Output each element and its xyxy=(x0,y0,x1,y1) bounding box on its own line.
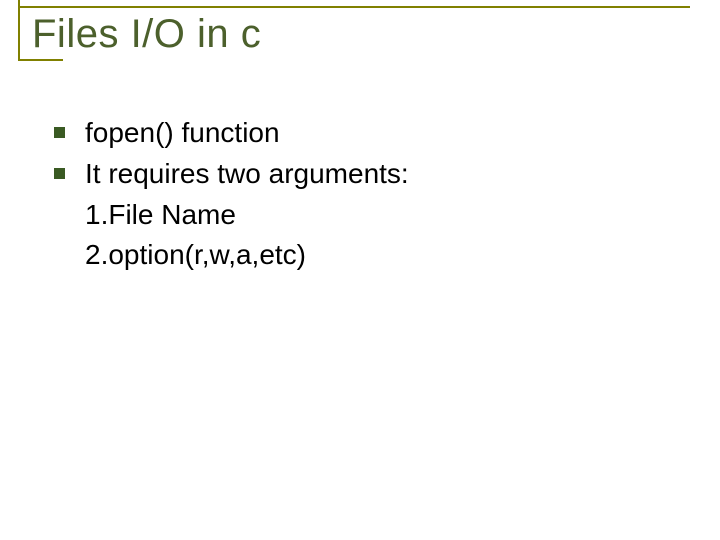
body-content: fopen() function It requires two argumen… xyxy=(54,115,680,278)
slide-title: Files I/O in c xyxy=(18,8,690,59)
title-rule-vertical xyxy=(18,0,20,61)
bullet-row: It requires two arguments: xyxy=(54,156,680,191)
square-bullet-icon xyxy=(54,127,65,138)
bullet-row: fopen() function xyxy=(54,115,680,150)
sub-line: 1.File Name xyxy=(85,197,680,233)
square-bullet-icon xyxy=(54,168,65,179)
title-rule-bottom-wrap xyxy=(18,59,690,61)
slide: Files I/O in c fopen() function It requi… xyxy=(0,0,720,540)
bullet-text: fopen() function xyxy=(85,115,280,150)
bullet-text: It requires two arguments: xyxy=(85,156,409,191)
title-block: Files I/O in c xyxy=(18,6,690,61)
title-rule-bottom xyxy=(18,59,63,61)
sub-line: 2.option(r,w,a,etc) xyxy=(85,237,680,273)
